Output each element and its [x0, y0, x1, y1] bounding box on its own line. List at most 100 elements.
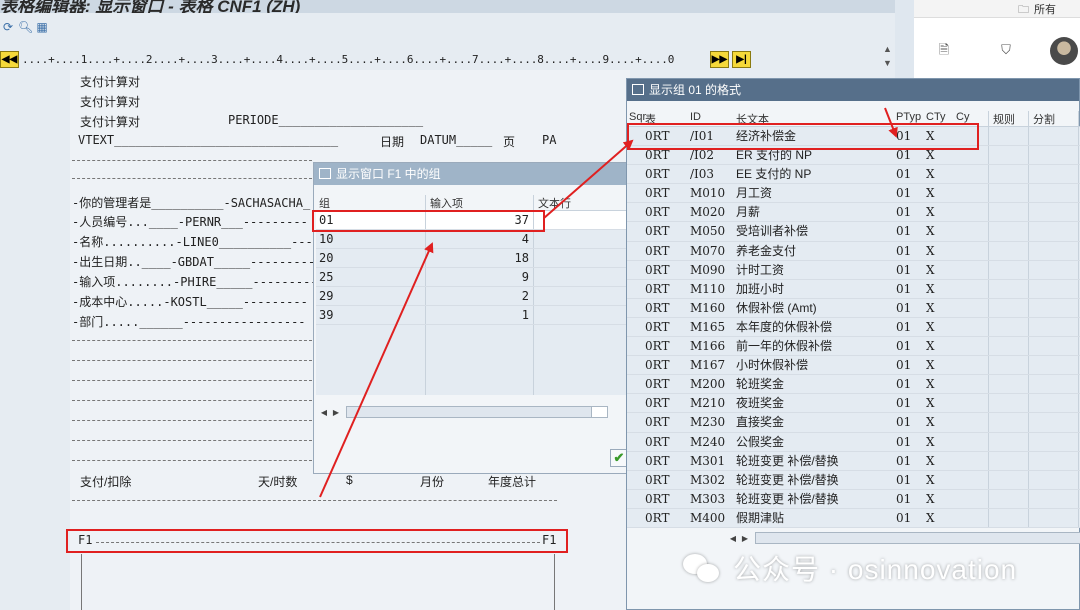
folder-label[interactable]: 所有 — [1034, 1, 1056, 17]
scroll-right-icon[interactable]: ▶ — [330, 408, 342, 417]
column-header[interactable]: 规则 — [988, 111, 1028, 126]
column-header[interactable]: 文本行 — [534, 195, 628, 210]
sqr-cell — [627, 222, 645, 240]
cty-cell: X — [926, 377, 935, 392]
id-cell: M020 — [690, 205, 726, 220]
dialog-title-bar: 显示组 01 的格式 — [627, 79, 1079, 101]
table-row[interactable]: 29 2 — [316, 287, 628, 306]
vertical-scrollbar[interactable]: ▲ ▼ — [880, 42, 895, 77]
column-header[interactable]: 组 — [316, 195, 426, 210]
text-cell: 本年度的休假补偿 — [736, 319, 833, 334]
table-row[interactable]: 0RT M210 夜班奖金 01 X — [627, 394, 1080, 414]
side-panel-header: 🗀 所有 — [914, 0, 1080, 18]
text-cell — [534, 249, 628, 267]
scroll-right-icon[interactable]: ▶ — [739, 534, 751, 543]
table-row[interactable]: 0RT M167 小时休假补偿 01 X — [627, 356, 1080, 376]
cty-cell: X — [926, 319, 935, 334]
table-row[interactable]: 0RT M230 直接奖金 01 X — [627, 413, 1080, 433]
table-row[interactable]: 0RT M110 加班小时 01 X — [627, 279, 1080, 299]
cy-cell — [956, 242, 988, 260]
scroll-up-icon[interactable]: ▲ — [880, 42, 895, 56]
table-row[interactable]: 0RT M301 轮班变更 补偿/替换 01 X — [627, 451, 1080, 471]
shield-icon[interactable]: ⛉ — [994, 38, 1018, 62]
horizontal-scrollbar[interactable]: ◀ ▶ — [727, 531, 1080, 545]
table-row[interactable]: 10 4 — [316, 230, 628, 249]
table-row[interactable]: 0RT M240 公假奖金 01 X — [627, 432, 1080, 452]
table-cell: 0RT — [645, 472, 670, 487]
text-cell — [534, 211, 628, 229]
sqr-cell — [627, 261, 645, 279]
window-icon — [319, 168, 331, 179]
scroll-track[interactable] — [755, 532, 1080, 544]
scroll-track[interactable] — [346, 406, 608, 418]
id-cell: M090 — [690, 262, 726, 277]
split-cell — [1028, 337, 1078, 356]
text-cell: 前一年的休假补偿 — [736, 339, 833, 354]
cty-cell: X — [926, 339, 935, 354]
split-cell — [1028, 165, 1078, 184]
table-row[interactable]: 0RT M010 月工资 01 X — [627, 184, 1080, 204]
id-cell: M200 — [690, 377, 726, 392]
page-right-button[interactable]: ▶▶ — [710, 51, 729, 68]
cy-cell — [956, 471, 988, 489]
table-row[interactable]: 0RT M165 本年度的休假补偿 01 X — [627, 317, 1080, 338]
scroll-left-button[interactable]: ◀◀ — [0, 51, 19, 68]
ptyp-cell: 01 — [896, 358, 912, 373]
table-row[interactable]: 0RT M166 前一年的休假补偿 01 X — [627, 337, 1080, 357]
format-rows: 0RT/I01 经济补偿金 01 X 0RT/I02 ER 支付的 NP 01 X 0RT/I0… — [627, 127, 1080, 528]
scroll-thumb[interactable] — [756, 533, 1080, 543]
table-row[interactable]: 0RT M050 受培训者补偿 01 X — [627, 222, 1080, 242]
table-row[interactable]: 0RT M160 休假补偿 (Amt) 01 X — [627, 298, 1080, 318]
document-icon[interactable]: 🗎 — [932, 38, 956, 62]
split-cell — [1028, 298, 1078, 317]
separator-line — [72, 160, 312, 161]
form-line: $ — [346, 473, 353, 487]
table-row[interactable]: 0RT M090 计时工资 01 X — [627, 260, 1080, 280]
sqr-cell — [627, 337, 645, 355]
horizontal-scrollbar[interactable]: ◀ ▶ — [318, 405, 608, 419]
rule-cell — [988, 146, 1028, 165]
table-row[interactable]: 0RT M020 月薪 01 X — [627, 203, 1080, 223]
table-row[interactable]: 0RT M303 轮班变更 补偿/替换 01 X — [627, 489, 1080, 509]
scroll-left-icon[interactable]: ◀ — [727, 534, 739, 543]
table-row[interactable]: 39 1 — [316, 306, 628, 325]
column-header[interactable]: 输入项 — [426, 195, 534, 210]
grid-icon[interactable]: ▦ — [35, 20, 49, 34]
id-cell: M166 — [690, 339, 726, 354]
group-cell: 10 — [316, 230, 426, 248]
scroll-left-icon[interactable]: ◀ — [318, 408, 330, 417]
table-row[interactable]: 20 18 — [316, 249, 628, 268]
table-cell: 0RT — [645, 396, 670, 411]
highlight-box-group-01 — [312, 210, 545, 232]
ptyp-cell: 01 — [896, 415, 912, 430]
scroll-thumb[interactable] — [347, 407, 592, 417]
id-cell: M301 — [690, 453, 726, 468]
text-cell: 假期津贴 — [736, 510, 785, 525]
column-header[interactable]: 分割 — [1028, 111, 1078, 126]
form-line: DATUM_____ — [420, 133, 493, 147]
text-cell — [534, 287, 628, 305]
cty-cell: X — [926, 300, 935, 315]
search-icon[interactable]: 🔍︎ — [18, 20, 33, 34]
id-cell: M400 — [690, 510, 726, 525]
table-row[interactable]: 25 9 — [316, 268, 628, 287]
cty-cell: X — [926, 186, 935, 201]
id-cell: M165 — [690, 319, 726, 334]
avatar[interactable] — [1050, 37, 1078, 65]
split-cell — [1028, 222, 1078, 241]
text-cell: 加班小时 — [736, 281, 785, 296]
table-row[interactable]: 0RT/I03 EE 支付的 NP 01 X — [627, 165, 1080, 185]
table-row[interactable]: 0RT M302 轮班变更 补偿/替换 01 X — [627, 470, 1080, 490]
refresh-icon[interactable]: ⟳ — [1, 20, 15, 34]
table-cell: 0RT — [645, 243, 670, 258]
table-cell: 0RT — [645, 358, 670, 373]
cty-cell: X — [926, 224, 935, 239]
rule-cell — [988, 184, 1028, 203]
table-row[interactable]: 0RT M070 养老金支付 01 X — [627, 241, 1080, 261]
table-row[interactable]: 0RT M200 轮班奖金 01 X — [627, 375, 1080, 395]
scroll-down-icon[interactable]: ▼ — [880, 56, 895, 70]
form-line: VTEXT_______________________________ — [78, 133, 339, 147]
sqr-cell — [627, 509, 645, 527]
table-row[interactable]: 0RT M400 假期津贴 01 X — [627, 508, 1080, 528]
scroll-end-button[interactable]: ▶| — [732, 51, 751, 68]
